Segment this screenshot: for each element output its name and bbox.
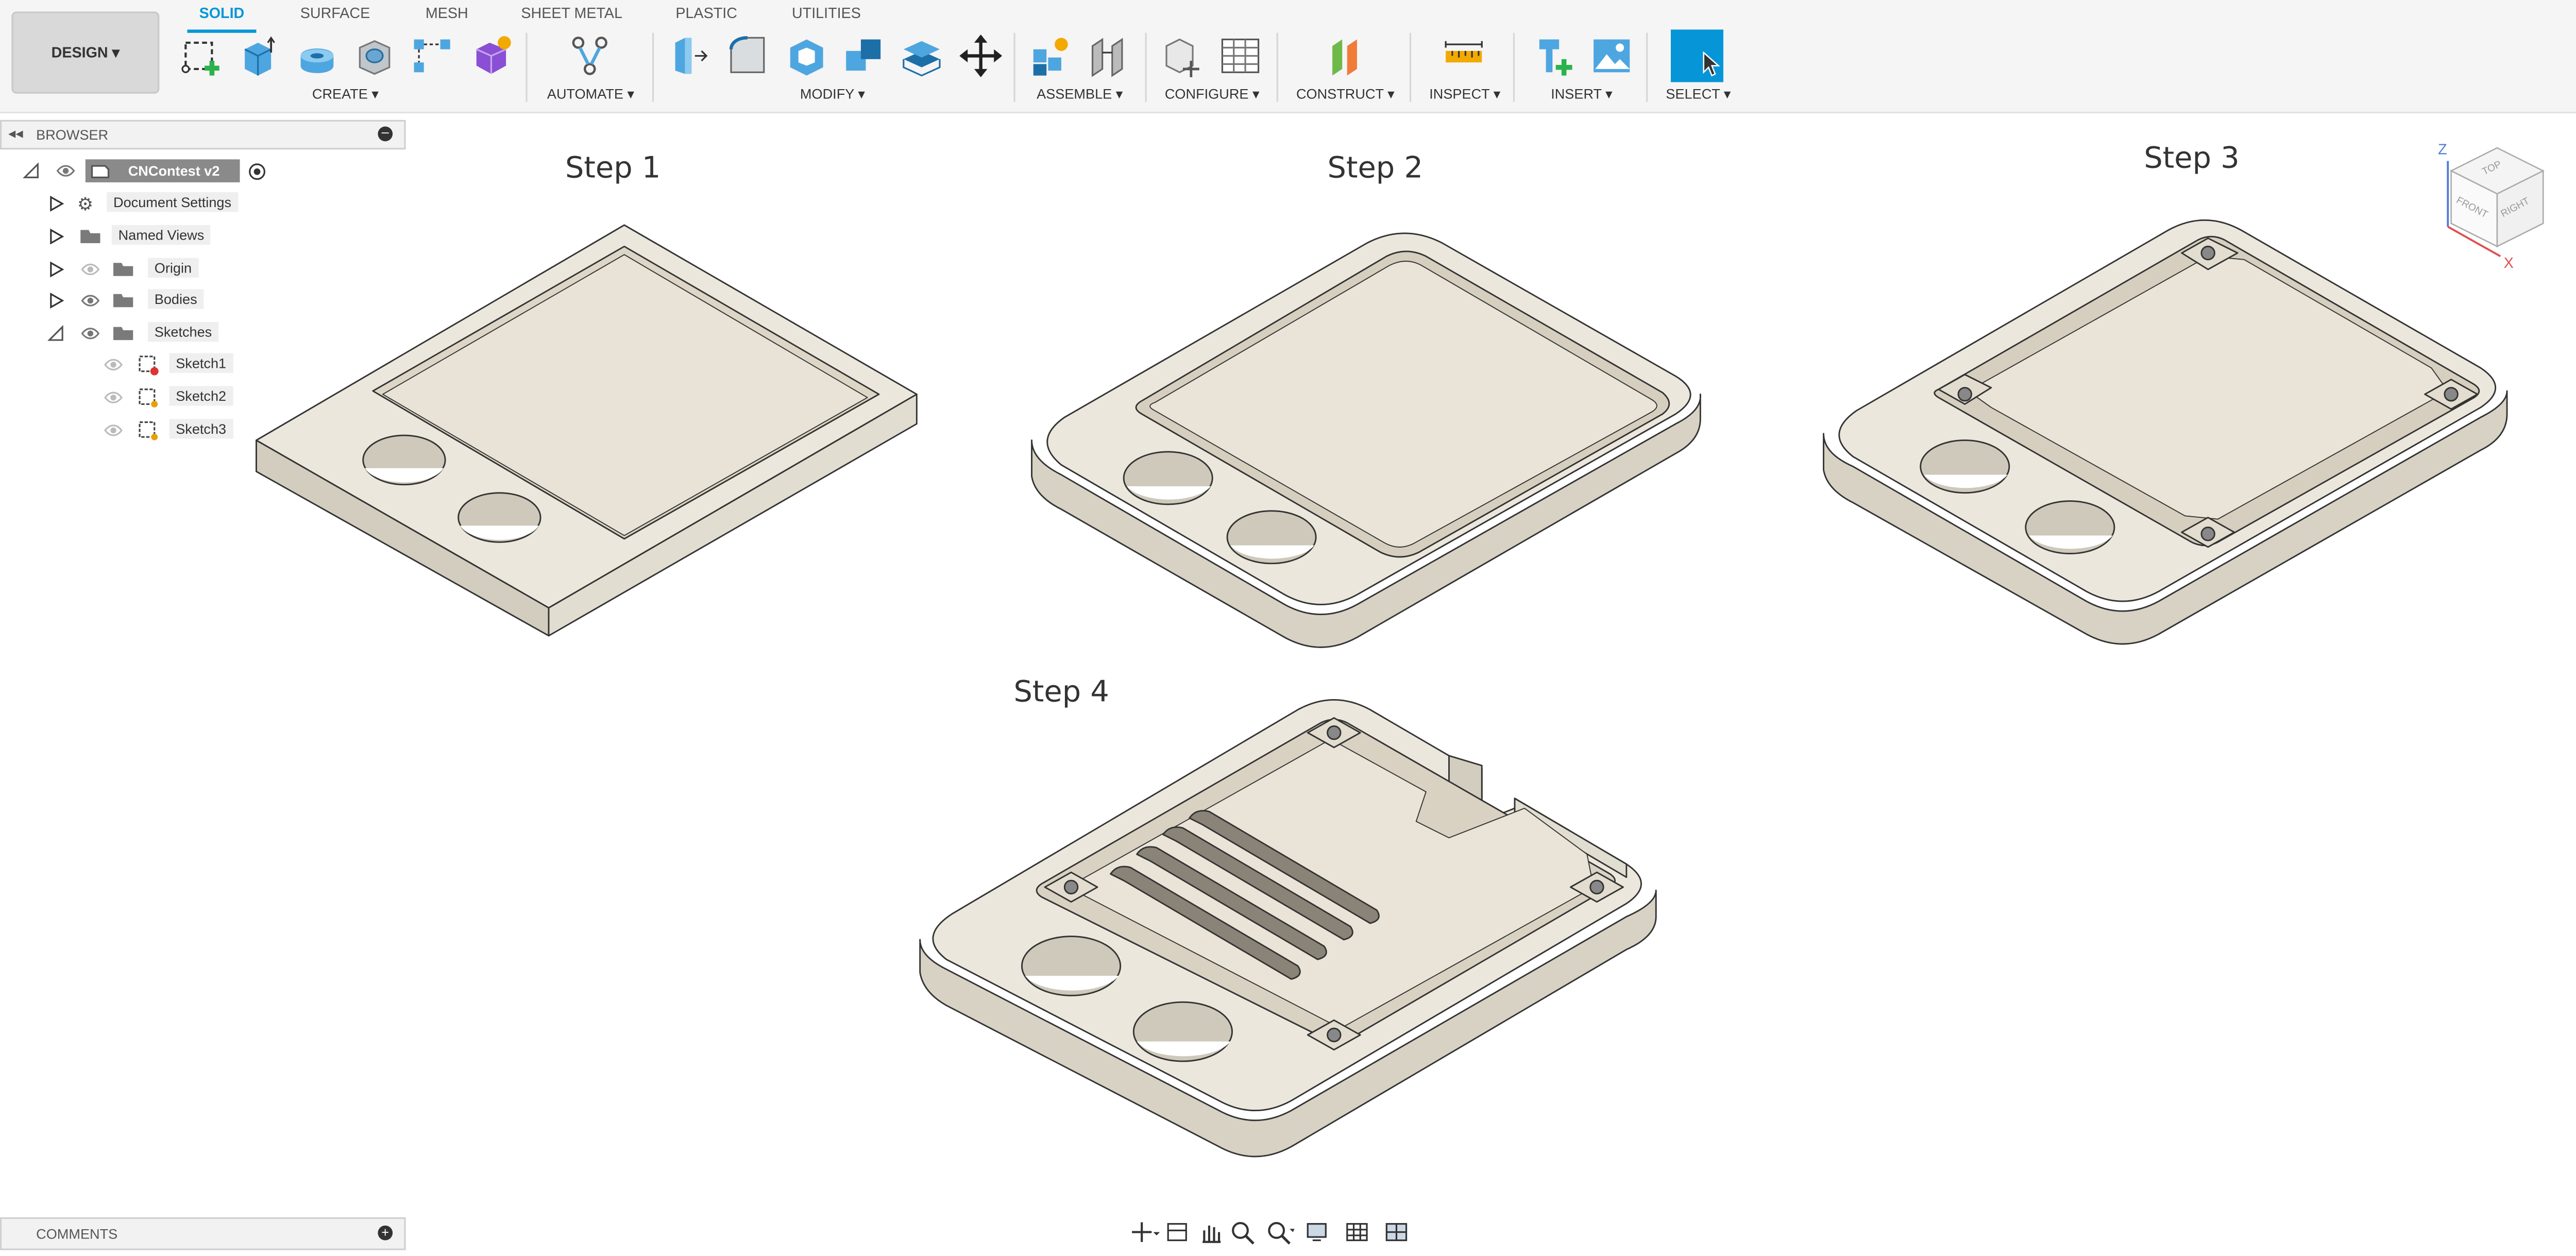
comments-add-icon[interactable]: + xyxy=(378,1225,393,1241)
pan-hand-icon[interactable] xyxy=(1196,1219,1225,1245)
step-4-model xyxy=(919,699,1657,1158)
display-settings-icon[interactable] xyxy=(1304,1219,1334,1245)
step-1-model xyxy=(256,224,918,637)
grid-settings-icon[interactable] xyxy=(1344,1219,1373,1245)
comments-panel[interactable]: COMMENTS + xyxy=(0,1217,406,1250)
zoom-icon[interactable] xyxy=(1229,1219,1258,1245)
viewcube-axis-z: Z xyxy=(2438,141,2447,158)
fit-zoom-window-icon[interactable] xyxy=(1265,1219,1295,1245)
step-2-model xyxy=(1031,232,1701,648)
viewports-icon[interactable] xyxy=(1383,1219,1413,1245)
orbit-icon[interactable] xyxy=(1130,1219,1160,1245)
look-at-icon[interactable] xyxy=(1163,1219,1193,1245)
fusion-app: DESIGN ▾ SOLID SURFACE MESH SHEET METAL … xyxy=(0,0,2576,1255)
step-3-model xyxy=(1823,219,2508,645)
navigation-bar xyxy=(1127,1216,1449,1249)
viewcube-axis-x: X xyxy=(2503,254,2514,271)
model-viewport-canvas[interactable] xyxy=(0,0,2576,1255)
comments-title: COMMENTS xyxy=(36,1225,118,1242)
